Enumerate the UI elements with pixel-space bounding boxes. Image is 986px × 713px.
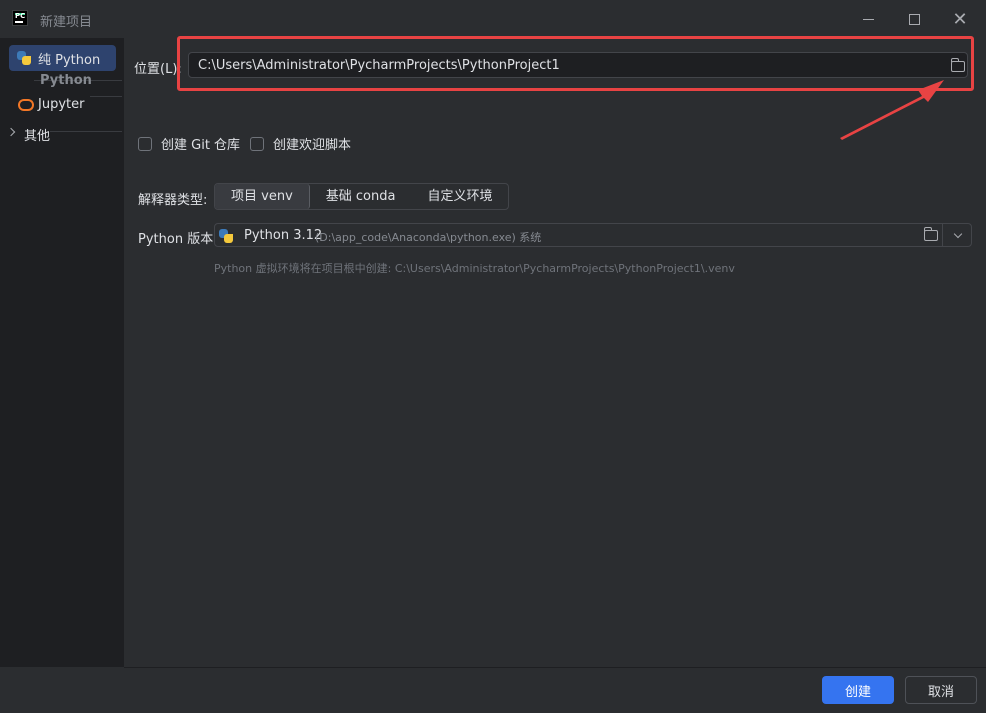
sidebar-item-pure-python[interactable]: 纯 Python (9, 45, 116, 71)
python-icon (17, 51, 31, 65)
sidebar-group-python: Python (40, 73, 92, 88)
python-version-name: Python 3.12 (244, 228, 323, 243)
create-git-checkbox[interactable] (138, 136, 152, 151)
python-version-select[interactable]: Python 3.12 (D:\app_code\Anaconda\python… (214, 223, 972, 247)
close-icon[interactable]: ✕ (949, 8, 971, 30)
python-version-label: Python 版本: (138, 232, 218, 247)
python-icon (219, 229, 233, 243)
tab-custom-env[interactable]: 自定义环境 (411, 184, 508, 209)
title-bar: PC 新建项目 ✕ (0, 0, 986, 38)
divider (942, 224, 943, 246)
location-label: 位置(L): (134, 62, 182, 77)
create-git-checkbox-row[interactable]: 创建 Git 仓库 (138, 134, 240, 153)
footer-divider (124, 667, 986, 668)
sidebar-item-label: Jupyter (38, 96, 85, 112)
folder-icon[interactable] (924, 227, 938, 241)
tab-base-conda[interactable]: 基础 conda (310, 184, 412, 209)
python-version-path: (D:\app_code\Anaconda\python.exe) 系统 (315, 231, 542, 244)
pycharm-logo-icon: PC (12, 10, 28, 26)
chevron-right-icon[interactable] (6, 127, 16, 137)
create-git-label: 创建 Git 仓库 (161, 138, 241, 153)
maximize-icon[interactable] (903, 8, 925, 30)
venv-hint-text: Python 虚拟环境将在项目根中创建: C:\Users\Administra… (214, 262, 735, 275)
interpreter-type-label: 解释器类型: (138, 193, 208, 208)
sidebar-item-other[interactable]: 其他 (24, 125, 50, 144)
interpreter-type-segmented: 项目 venv 基础 conda 自定义环境 (214, 183, 510, 210)
create-welcome-label: 创建欢迎脚本 (273, 138, 352, 153)
annotation-arrow (840, 80, 944, 140)
cancel-button[interactable]: 取消 (905, 676, 977, 704)
sidebar-item-label: 纯 Python (38, 52, 101, 68)
divider (50, 131, 122, 132)
create-welcome-checkbox-row[interactable]: 创建欢迎脚本 (250, 134, 351, 153)
chevron-down-icon[interactable] (953, 229, 963, 239)
sidebar-item-jupyter[interactable]: Jupyter (9, 91, 116, 117)
window-title: 新建项目 (40, 15, 93, 30)
tab-project-venv[interactable]: 项目 venv (215, 184, 310, 209)
minimize-icon[interactable] (857, 8, 879, 30)
create-button[interactable]: 创建 (822, 676, 894, 704)
project-type-sidebar: 纯 Python Python Jupyter 其他 (0, 38, 124, 667)
create-welcome-checkbox[interactable] (250, 136, 264, 151)
jupyter-icon (17, 97, 34, 111)
